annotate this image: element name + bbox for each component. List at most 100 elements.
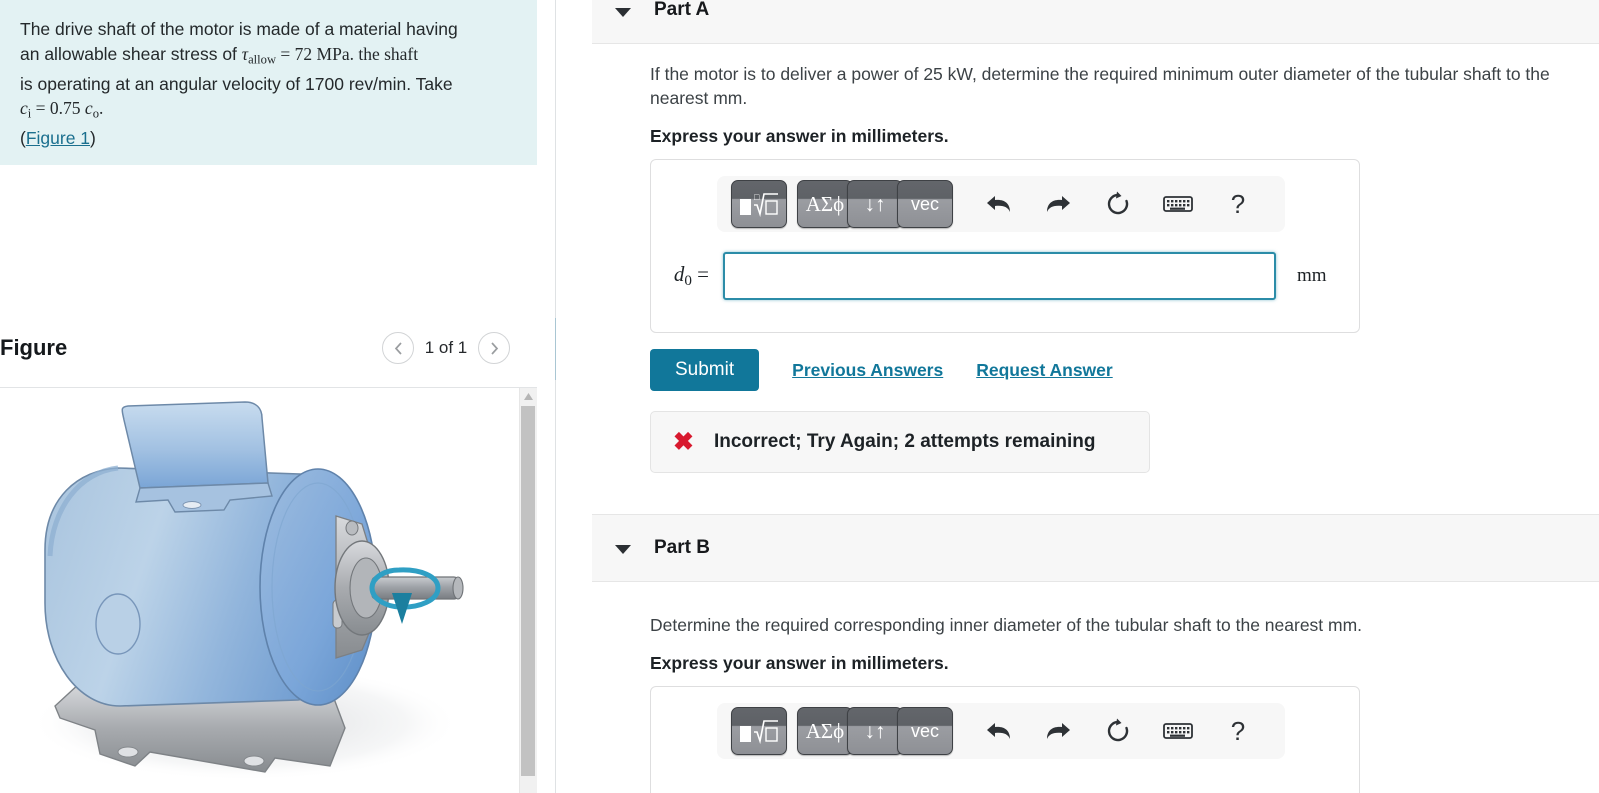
keyboard-glyph — [1163, 723, 1193, 739]
part-a-header[interactable]: Part A — [592, 0, 1599, 44]
terminal-screw — [182, 501, 202, 509]
chevron-left-icon — [394, 341, 402, 355]
redo-icon[interactable] — [1035, 708, 1081, 754]
triangle-up-icon — [524, 393, 533, 400]
part-a-unit-label: mm — [1297, 265, 1327, 286]
arrows-updown-button[interactable]: ↓↑ — [847, 707, 903, 755]
redo-glyph — [1046, 196, 1070, 212]
period: . — [98, 98, 104, 119]
inspection-plate — [95, 593, 141, 655]
figure-count-label: 1 of 1 — [424, 338, 468, 357]
help-question-mark: ? — [1230, 188, 1246, 219]
template-root-icon[interactable] — [731, 707, 787, 755]
undo-icon[interactable] — [975, 708, 1021, 754]
part-a-question: If the motor is to deliver a power of 25… — [650, 64, 1550, 108]
right-panel: Part A If the motor is to deliver a powe… — [556, 0, 1599, 793]
part-b-header[interactable]: Part B — [592, 514, 1599, 582]
part-a-feedback: ✖ Incorrect; Try Again; 2 attempts remai… — [650, 411, 1150, 473]
reset-glyph — [1107, 191, 1129, 215]
figure-1-link[interactable]: Figure 1 — [26, 128, 90, 148]
part-b-title: Part B — [654, 537, 710, 558]
problem-line-4: ci = 0.75 co. — [20, 96, 515, 126]
greek-symbols-label: ΑΣϕ — [805, 191, 845, 216]
part-a-submit-row: Submit Previous Answers Request Answer — [650, 349, 1113, 391]
housing-bolt-top — [345, 520, 359, 536]
part-a-answer-row: d0 = mm — [651, 246, 1361, 306]
part-b-instruction: Express your answer in millimeters. — [650, 653, 949, 673]
tau-subscript: allow — [248, 52, 277, 67]
figure-image — [0, 388, 513, 793]
chevron-right-icon — [490, 341, 498, 355]
help-question-mark: ? — [1230, 715, 1246, 746]
undo-icon[interactable] — [975, 181, 1021, 227]
problem-line-2: an allowable shear stress of τallow = 72… — [20, 42, 515, 72]
part-a-feedback-text: Incorrect; Try Again; 2 attempts remaini… — [713, 431, 1096, 452]
bolt-hole-right — [243, 755, 265, 767]
part-a-submit-button[interactable]: Submit — [650, 349, 760, 391]
undo-glyph — [986, 723, 1010, 739]
greek-symbols-label: ΑΣϕ — [805, 718, 845, 743]
figure-pager: 1 of 1 — [382, 332, 510, 364]
arrows-updown-label: ↓↑ — [864, 718, 886, 743]
red-x-icon: ✖ — [673, 427, 694, 456]
part-a-math-toolbar: □ ΑΣϕ ↓↑ vec ? — [717, 176, 1285, 232]
arrows-updown-label: ↓↑ — [864, 191, 886, 216]
part-a-answer-box: □ ΑΣϕ ↓↑ vec ? d0 = mm — [650, 159, 1360, 333]
c-symbol: c — [20, 98, 28, 119]
problem-statement: The drive shaft of the motor is made of … — [0, 0, 537, 165]
shaft-end-face — [452, 576, 464, 600]
part-b-math-toolbar: ΑΣϕ ↓↑ vec ? — [717, 703, 1285, 759]
template-root-icon[interactable]: □ — [731, 180, 787, 228]
part-a-answer-input[interactable] — [723, 252, 1276, 300]
redo-icon[interactable] — [1035, 181, 1081, 227]
part-b-question: Determine the required corresponding inn… — [650, 615, 1363, 635]
problem-text-b: = 72 MPa. the shaft — [276, 43, 419, 64]
help-icon[interactable]: ? — [1215, 181, 1261, 227]
keyboard-glyph — [1163, 196, 1193, 212]
vector-button[interactable]: vec — [897, 180, 953, 228]
co-symbol: c — [84, 98, 93, 119]
part-b-answer-box: ΑΣϕ ↓↑ vec ? — [650, 686, 1360, 793]
reset-icon[interactable] — [1095, 708, 1141, 754]
figure-scroll-thumb[interactable] — [521, 406, 535, 776]
greek-symbols-button[interactable]: ΑΣϕ — [797, 180, 853, 228]
greek-symbols-button[interactable]: ΑΣϕ — [797, 707, 853, 755]
part-a-request-answer-link[interactable]: Request Answer — [976, 360, 1112, 381]
vector-label: vec — [910, 720, 939, 741]
part-a-collapse-caret[interactable] — [615, 8, 631, 17]
part-a-previous-answers-link[interactable]: Previous Answers — [792, 360, 943, 381]
figure-scrollbar[interactable] — [519, 388, 537, 793]
figure-header: Figure 1 of 1 — [0, 332, 537, 382]
bolt-hole-left — [117, 746, 139, 758]
motor-illustration — [30, 401, 464, 781]
part-b-collapse-caret[interactable] — [615, 545, 631, 554]
undo-glyph — [986, 196, 1010, 212]
assignment-page: The drive shaft of the motor is made of … — [0, 0, 1599, 793]
figure-prev-button[interactable] — [382, 332, 414, 364]
part-a-instruction: Express your answer in millimeters. — [650, 126, 949, 146]
c-equation: = 0.75 — [31, 98, 85, 119]
arrows-updown-button[interactable]: ↓↑ — [847, 180, 903, 228]
variable-subscript: 0 — [684, 273, 692, 290]
problem-text-a: an allowable shear stress of — [20, 43, 242, 64]
figure-scroll-up-button[interactable] — [520, 388, 537, 405]
figure-next-button[interactable] — [478, 332, 510, 364]
keyboard-icon[interactable] — [1155, 181, 1201, 227]
keyboard-icon[interactable] — [1155, 708, 1201, 754]
figure-link-line: (Figure 1) — [20, 128, 96, 149]
reset-icon[interactable] — [1095, 181, 1141, 227]
template-root-glyph — [740, 720, 778, 745]
problem-line-1: The drive shaft of the motor is made of … — [20, 19, 458, 39]
svg-text:□: □ — [754, 192, 760, 202]
part-a-variable-label: d0 = — [651, 262, 723, 290]
part-a-title: Part A — [654, 0, 710, 20]
drive-shaft — [371, 576, 459, 600]
figure-body — [0, 387, 537, 793]
redo-glyph — [1046, 723, 1070, 739]
template-root-glyph: □ — [740, 192, 778, 218]
left-panel: The drive shaft of the motor is made of … — [0, 0, 555, 793]
help-icon[interactable]: ? — [1215, 708, 1261, 754]
figure-title: Figure — [0, 335, 68, 360]
vector-button[interactable]: vec — [897, 707, 953, 755]
terminal-box — [121, 401, 269, 489]
